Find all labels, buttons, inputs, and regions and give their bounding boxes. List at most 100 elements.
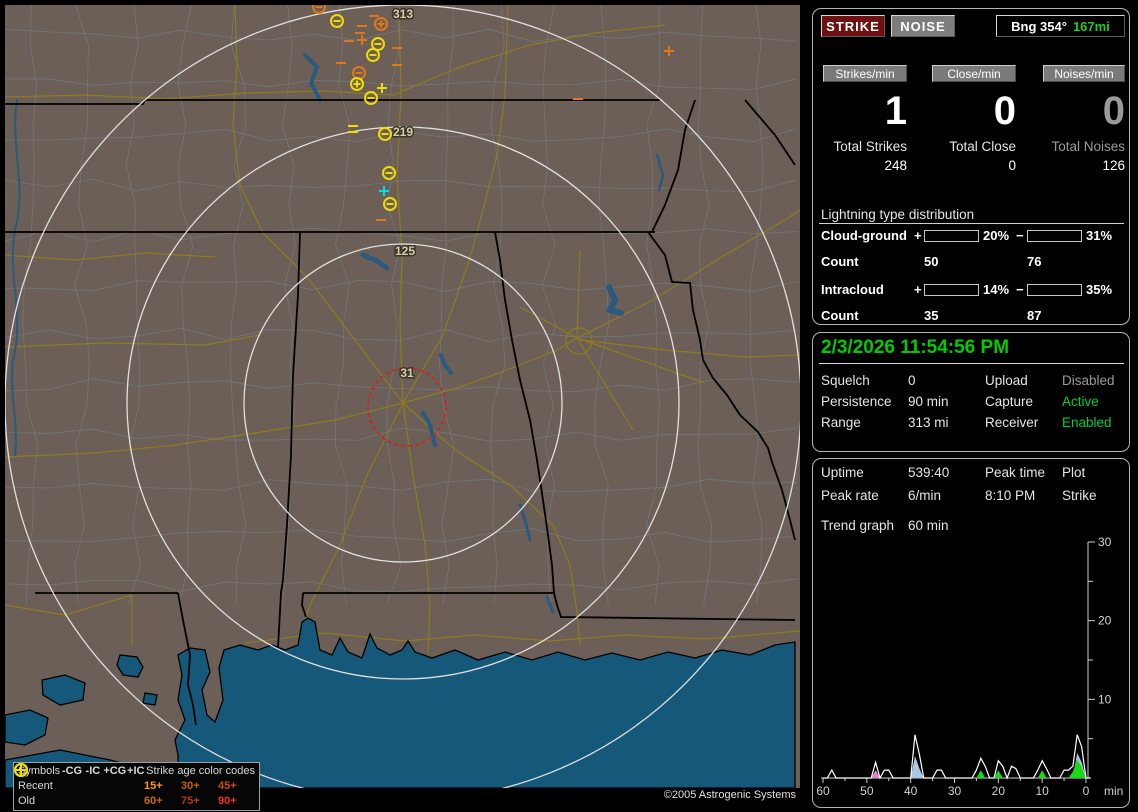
svg-text:219: 219 <box>393 125 413 139</box>
clock-divider <box>819 363 1124 364</box>
strike-mode-button[interactable]: STRIKE <box>821 15 885 37</box>
symbol-legend: Symbols -CG -IC +CG +IC Strike age color… <box>13 762 260 811</box>
svg-text:50: 50 <box>860 784 874 798</box>
legend-row-old: Old 60+75+90+ <box>18 794 255 809</box>
svg-text:min: min <box>1104 784 1123 798</box>
noises-rate-value: 0 <box>1030 89 1125 134</box>
intracloud-row: Intracloud + 14% − 35% <box>813 282 1129 298</box>
svg-text:313: 313 <box>393 7 413 21</box>
squelch-value: 0 <box>908 373 916 388</box>
svg-text:20: 20 <box>992 784 1006 798</box>
lightning-strike-symbols <box>313 5 674 220</box>
svg-text:10: 10 <box>1035 784 1049 798</box>
ic-negative-count: 87 <box>1027 308 1041 323</box>
bearing-label: Bng 354° <box>1011 19 1067 34</box>
ic-positive-count: 35 <box>924 308 938 323</box>
ic-negative-bar <box>1027 284 1082 296</box>
capture-label: Capture <box>985 394 1033 409</box>
svg-text:30: 30 <box>948 784 962 798</box>
series-strike-rate-total <box>823 735 1090 778</box>
persistence-label: Persistence <box>821 394 892 409</box>
svg-text:10: 10 <box>1098 692 1112 706</box>
close-per-min-chip[interactable]: Close/min <box>932 65 1016 82</box>
age-code: 45+ <box>218 779 255 794</box>
trend-panel: Uptime 539:40 Peak time Plot Peak rate 6… <box>812 458 1130 808</box>
minus-sign: − <box>1016 228 1024 243</box>
cg-positive-bar <box>924 230 979 242</box>
strikes-per-min-chip[interactable]: Strikes/min <box>823 65 907 82</box>
series-intracloud-negative <box>823 759 1090 778</box>
distribution-divider <box>819 223 1124 224</box>
age-code: 15+ <box>144 779 181 794</box>
range-value: 313 mi <box>908 415 949 430</box>
upload-status: Disabled <box>1062 373 1115 388</box>
total-strikes-label: Total Strikes <box>813 139 907 154</box>
age-code: 30+ <box>181 779 218 794</box>
age-code: 60+ <box>144 794 181 809</box>
cloud-ground-row: Cloud-ground + 20% − 31% <box>813 228 1129 244</box>
cloud-ground-label: Cloud-ground <box>821 228 907 243</box>
upload-label: Upload <box>985 373 1028 388</box>
intracloud-count-row: Count 35 87 <box>813 308 1129 324</box>
legend-col-ic-pos: +IC <box>125 764 146 779</box>
legend-row-label: Recent <box>18 779 61 794</box>
cg-positive-count: 50 <box>924 254 938 269</box>
cg-positive-percent: 20% <box>983 228 1009 243</box>
series-cloud-ground-negative <box>823 753 1090 778</box>
svg-text:30: 30 <box>1098 535 1112 549</box>
close-rate-value: 0 <box>921 89 1016 134</box>
bearing-indicator[interactable]: Bng 354° 167mi <box>996 15 1125 37</box>
age-code: 90+ <box>218 794 255 809</box>
svg-text:40: 40 <box>904 784 918 798</box>
svg-text:20: 20 <box>1098 614 1112 628</box>
app-window: { "toolbar": { "strike_label": "STRIKE",… <box>0 0 1138 812</box>
count-label: Count <box>821 308 859 323</box>
clock: 2/3/2026 11:54:56 PM <box>821 337 1009 359</box>
ic-positive-bar <box>924 284 979 296</box>
svg-text:31: 31 <box>400 366 414 380</box>
state-boundaries <box>5 100 795 725</box>
strike-counters-panel: STRIKE NOISE Bng 354° 167mi Strikes/min … <box>812 8 1130 325</box>
legend-col-cg-pos: +CG <box>103 764 125 779</box>
total-close-value: 0 <box>921 158 1016 173</box>
svg-text:0: 0 <box>1083 784 1090 798</box>
minus-sign: − <box>1016 282 1024 297</box>
svg-text:60: 60 <box>816 784 830 798</box>
map-canvas: 313 219 125 31 <box>5 5 800 788</box>
cg-negative-count: 76 <box>1027 254 1041 269</box>
total-noises-label: Total Noises <box>1030 139 1125 154</box>
copyright-text: ©2005 Astrogenic Systems <box>664 789 796 801</box>
capture-status: Active <box>1062 394 1099 409</box>
count-label: Count <box>821 254 859 269</box>
cloud-ground-count-row: Count 50 76 <box>813 254 1129 270</box>
svg-text:125: 125 <box>395 244 415 258</box>
legend-col-cg-neg: -CG <box>62 764 83 779</box>
plus-sign: + <box>914 228 922 243</box>
receiver-status: Enabled <box>1062 415 1112 430</box>
bearing-distance: 167mi <box>1073 19 1110 34</box>
range-label: Range <box>821 415 861 430</box>
intracloud-label: Intracloud <box>821 282 884 297</box>
noise-mode-button[interactable]: NOISE <box>891 15 955 37</box>
legend-row-label: Old <box>18 794 61 809</box>
plus-sign: + <box>914 282 922 297</box>
strike-rate-trend-chart: 60 50 40 30 20 10 0 min 10 20 30 <box>813 459 1129 805</box>
legend-col-ic-neg: -IC <box>82 764 103 779</box>
ic-positive-percent: 14% <box>983 282 1009 297</box>
age-code: 75+ <box>181 794 218 809</box>
total-noises-value: 126 <box>1030 158 1125 173</box>
rivers-lakes <box>12 55 663 612</box>
distribution-header: Lightning type distribution <box>821 207 974 222</box>
lightning-map[interactable]: 31321912531 Symbols -CG -IC +CG +IC Stri… <box>5 5 800 788</box>
total-close-label: Total Close <box>921 139 1016 154</box>
cg-negative-percent: 31% <box>1086 228 1112 243</box>
ic-negative-percent: 35% <box>1086 282 1112 297</box>
strikes-rate-value: 1 <box>813 89 907 134</box>
total-strikes-value: 248 <box>813 158 907 173</box>
noises-per-min-chip[interactable]: Noises/min <box>1043 65 1125 82</box>
highways <box>5 5 800 653</box>
receiver-label: Receiver <box>985 415 1038 430</box>
legend-age-header: Strike age color codes <box>146 764 255 779</box>
legend-row-recent: Recent 15+30+45+ <box>18 779 255 794</box>
persistence-value: 90 min <box>908 394 949 409</box>
